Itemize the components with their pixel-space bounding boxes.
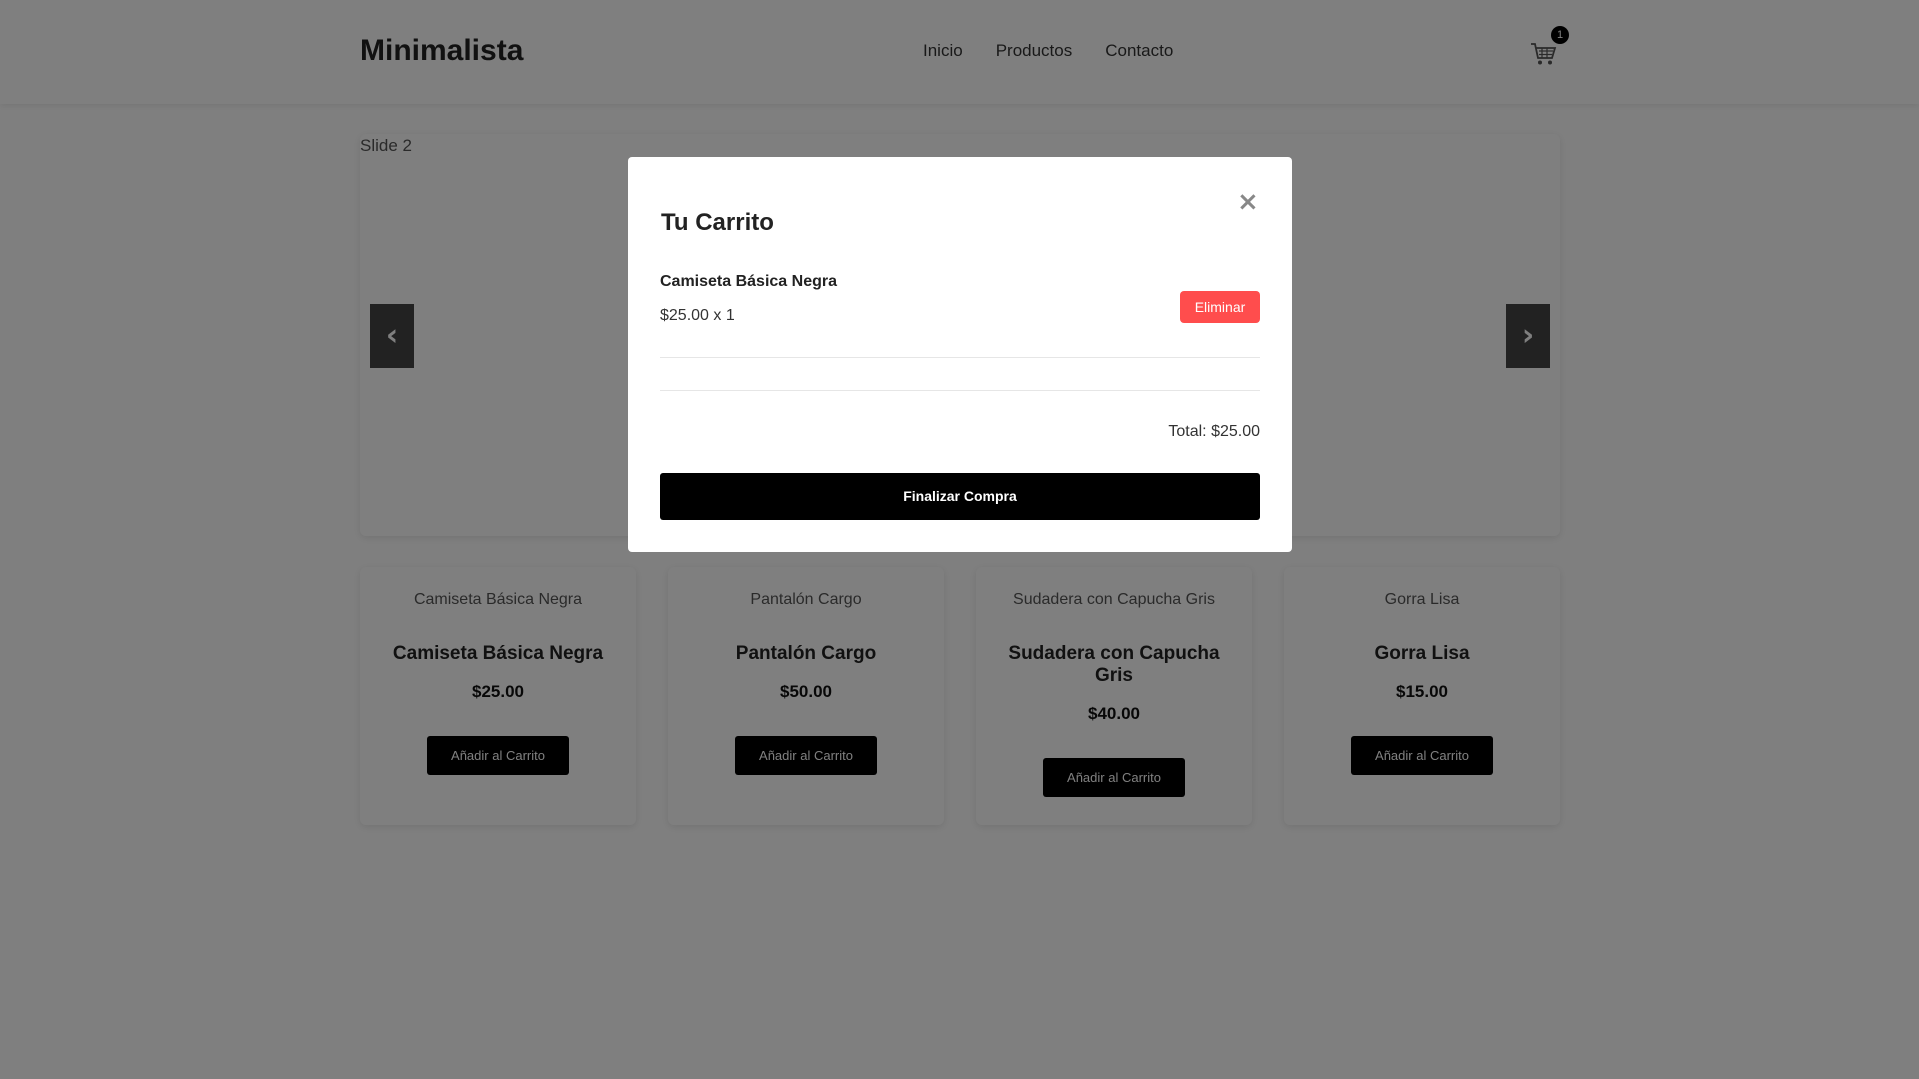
- close-icon[interactable]: ×: [1237, 189, 1259, 215]
- divider: [660, 390, 1260, 391]
- remove-item-button[interactable]: Eliminar: [1180, 291, 1260, 323]
- modal-title: Tu Carrito: [661, 209, 774, 236]
- checkout-button[interactable]: Finalizar Compra: [660, 473, 1260, 520]
- cart-item-price-qty: $25.00 x 1: [660, 307, 735, 324]
- divider: [660, 357, 1260, 358]
- cart-modal: × Tu Carrito Camiseta Básica Negra $25.0…: [628, 157, 1292, 552]
- cart-item-name: Camiseta Básica Negra: [660, 273, 837, 290]
- cart-total: Total: $25.00: [1168, 423, 1260, 440]
